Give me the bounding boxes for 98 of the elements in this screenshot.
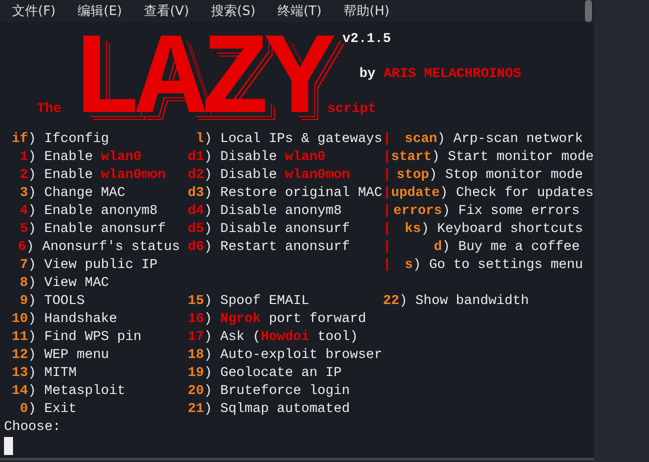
option-label: ) Arp-scan network	[437, 131, 583, 149]
option-key: s	[391, 257, 413, 275]
option-key: 15	[180, 293, 204, 311]
option-key: start	[391, 149, 432, 167]
menu-item[interactable]: 终端(T)	[277, 2, 322, 20]
byline-text: by	[359, 67, 376, 82]
option-label: ) Change MAC	[28, 185, 126, 203]
option-label: ) Disable wlan0mon	[204, 167, 350, 185]
column-divider: |	[383, 257, 392, 275]
option-key: if	[4, 131, 28, 149]
option-label: ) Sqlmap automated	[204, 401, 350, 419]
column-divider: |	[383, 167, 392, 185]
option-label: ) Enable wlan0	[28, 149, 142, 167]
column-divider: |	[383, 239, 392, 257]
option-key: 16	[180, 311, 204, 329]
option-key: 8	[4, 275, 28, 293]
option-key: 7	[4, 257, 28, 275]
author-name: ARIS MELACHROINOS	[384, 67, 522, 82]
option-label: ) Metasploit	[28, 383, 126, 401]
option-label: ) View public IP	[28, 257, 158, 275]
menu-item[interactable]: 文件(F)	[12, 2, 56, 20]
option-key: update	[391, 185, 440, 203]
option-label: ) Enable anonsurf	[28, 221, 166, 239]
prompt-text: Choose:	[3, 419, 62, 437]
option-key: errors	[392, 203, 442, 221]
option-label: ) Enable wlan0mon	[28, 167, 166, 185]
option-key: 2	[4, 167, 28, 185]
option-label: ) Restart anonsurf	[204, 239, 350, 257]
option-label: ) Auto-exploit browser	[204, 347, 382, 365]
option-key: 10	[4, 311, 28, 329]
column-divider: |	[383, 149, 392, 167]
option-key: 4	[4, 203, 28, 221]
option-key: ks	[391, 221, 421, 239]
option-label: ) Local IPs & gateways	[204, 131, 382, 149]
option-key: stop	[391, 167, 430, 185]
option-label: ) WEP menu	[28, 347, 110, 365]
option-label: ) Exit	[28, 401, 77, 419]
option-key: 17	[180, 329, 204, 347]
menu-item[interactable]: 查看(V)	[144, 2, 190, 20]
option-label: ) Anonsurf's status	[26, 239, 180, 257]
option-label: ) Ask (Howdoi tool)	[204, 329, 358, 347]
option-key: 12	[4, 347, 28, 365]
option-key: 19	[180, 365, 204, 383]
option-key: 9	[4, 293, 28, 311]
option-key: d3	[180, 185, 204, 203]
option-key: scan	[391, 131, 438, 149]
option-key: 3	[4, 185, 28, 203]
option-label: ) Find WPS pin	[28, 329, 142, 347]
option-label: ) Enable anonym8	[28, 203, 158, 221]
banner-prefix: The	[37, 102, 62, 117]
text-cursor	[4, 437, 13, 455]
option-label: ) Handshake	[28, 311, 118, 329]
menu-item[interactable]: 帮助(H)	[344, 2, 390, 20]
option-key: 6	[4, 239, 26, 257]
option-key: 11	[4, 329, 28, 347]
option-label: ) Disable anonym8	[204, 203, 342, 221]
option-key: 22	[383, 293, 400, 311]
option-label: ) Buy me a coffee	[442, 239, 580, 257]
option-label: ) Disable wlan0	[204, 149, 326, 167]
option-key: l	[180, 131, 204, 149]
column-divider: |	[383, 185, 392, 203]
option-label: ) Start monitor mode	[432, 149, 594, 167]
menu-item[interactable]: 编辑(E)	[78, 2, 122, 20]
scrollbar-thumb[interactable]	[585, 0, 592, 22]
option-label: ) Keyboard shortcuts	[420, 221, 583, 239]
option-key: 1	[4, 149, 28, 167]
option-key: d4	[180, 203, 204, 221]
option-label: ) Geolocate an IP	[204, 365, 342, 383]
option-key: d1	[180, 149, 204, 167]
option-label: ) Ngrok port forward	[204, 311, 366, 329]
option-key: 21	[180, 401, 204, 419]
option-label: ) TOOLS	[28, 293, 85, 311]
option-key: d6	[180, 239, 204, 257]
column-divider: |	[383, 131, 392, 149]
option-key: 18	[180, 347, 204, 365]
option-key: 5	[4, 221, 28, 239]
option-label: ) Fix some errors	[442, 203, 580, 221]
option-label: ) Stop monitor mode	[429, 167, 583, 185]
option-key: 14	[4, 383, 28, 401]
option-label: ) Ifconfig	[28, 131, 110, 149]
option-key: 13	[4, 365, 28, 383]
column-divider: |	[383, 221, 392, 239]
option-label: ) Bruteforce login	[204, 383, 350, 401]
option-label: ) Disable anonsurf	[204, 221, 350, 239]
option-key: 20	[180, 383, 204, 401]
option-key: d	[392, 239, 442, 257]
option-label: ) Spoof EMAIL	[204, 293, 310, 311]
option-label: ) Show bandwidth	[399, 293, 529, 311]
menu-item[interactable]: 搜索(S)	[211, 2, 256, 20]
option-key: d5	[180, 221, 204, 239]
option-key: 0	[4, 401, 28, 419]
option-label: ) Restore original MAC	[204, 185, 382, 203]
option-label: ) MITM	[28, 365, 77, 383]
option-label: ) View MAC	[28, 275, 110, 293]
option-label: ) Check for updates	[440, 185, 594, 203]
column-divider: |	[383, 203, 392, 221]
option-key: d2	[180, 167, 204, 185]
option-label: ) Go to settings menu	[412, 257, 583, 275]
